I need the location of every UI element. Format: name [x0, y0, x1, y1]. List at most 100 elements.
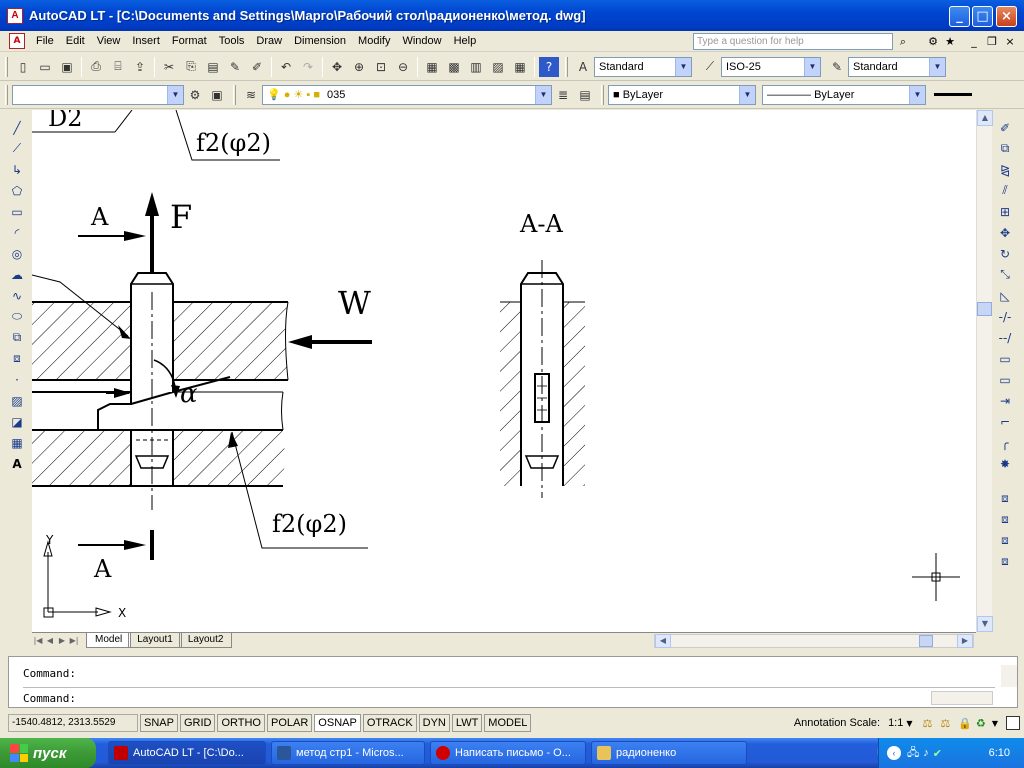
chamfer-icon[interactable]: ⌐	[994, 411, 1016, 432]
menu-format[interactable]: Format	[166, 35, 213, 47]
lock-icon[interactable]: 🔒	[958, 717, 972, 730]
model-toggle[interactable]: MODEL	[484, 714, 532, 732]
command-scrollbar[interactable]	[1001, 665, 1017, 687]
layer-properties-icon[interactable]: ≋	[241, 85, 261, 105]
security-icon[interactable]: ✔	[933, 747, 942, 760]
tab-model[interactable]: Model	[86, 633, 132, 648]
scroll-thumb[interactable]	[977, 302, 992, 316]
layer-select[interactable]: 💡 ● ☀ ▪ ■ 035 ▼	[262, 84, 552, 105]
table-style-icon[interactable]: ✎	[827, 57, 847, 77]
zoom-window-icon[interactable]: ⊡	[371, 57, 391, 77]
taskbar-button-autocad[interactable]: AutoCAD LT - [C:\Do...	[108, 741, 266, 765]
block-editor-icon[interactable]: ✐	[247, 57, 267, 77]
break-at-point-icon[interactable]: ▭	[994, 348, 1016, 369]
make-block-icon[interactable]: ⧈	[6, 348, 28, 369]
print-icon[interactable]: ⎙	[86, 57, 106, 77]
region-icon[interactable]: ◪	[6, 411, 28, 432]
extend-icon[interactable]: --/	[994, 327, 1016, 348]
scale-icon[interactable]: ⤡	[994, 264, 1016, 285]
auto-scale-icon[interactable]: ⚖	[940, 717, 950, 730]
osnap-toggle[interactable]: OSNAP	[314, 714, 361, 732]
linetype-select[interactable]: ———— ByLayer ▼	[762, 84, 926, 105]
print-preview-icon[interactable]: ⌸	[108, 57, 128, 77]
vertical-scrollbar[interactable]: ▲ ▼	[976, 110, 993, 632]
join-icon[interactable]: ⇥	[994, 390, 1016, 411]
tab-layout2[interactable]: Layout2	[178, 633, 233, 648]
horizontal-scrollbar[interactable]: ◀ ▶	[654, 634, 974, 648]
break-icon[interactable]: ▭	[994, 369, 1016, 390]
doc-restore-button[interactable]: ❐	[984, 34, 1000, 49]
spline-icon[interactable]: ∿	[6, 285, 28, 306]
hscroll-thumb[interactable]	[919, 635, 933, 647]
tab-layout1[interactable]: Layout1	[128, 633, 182, 648]
cut-icon[interactable]: ✂	[159, 57, 179, 77]
chevron-down-icon[interactable]: ▼	[535, 85, 551, 104]
polyline-icon[interactable]: ↳	[6, 159, 28, 180]
circle-icon[interactable]: ◎	[6, 243, 28, 264]
menu-draw[interactable]: Draw	[250, 35, 288, 47]
open-icon[interactable]: ▭	[35, 57, 55, 77]
paste-icon[interactable]: ▤	[203, 57, 223, 77]
chevron-down-icon[interactable]: ▼	[739, 85, 755, 104]
calculator-icon[interactable]: ▦	[510, 57, 530, 77]
zoom-realtime-icon[interactable]: ⊕	[349, 57, 369, 77]
menu-dimension[interactable]: Dimension	[288, 35, 352, 47]
otrack-toggle[interactable]: OTRACK	[362, 714, 417, 732]
bring-above-icon[interactable]: ⧈	[994, 530, 1016, 551]
stretch-icon[interactable]: ◺	[994, 285, 1016, 306]
point-icon[interactable]: ·	[6, 369, 28, 390]
menu-insert[interactable]: Insert	[126, 35, 166, 47]
rotate-icon[interactable]: ↻	[994, 243, 1016, 264]
revision-cloud-icon[interactable]: ☁	[6, 264, 28, 285]
network-icon[interactable]: 🖧	[907, 744, 919, 763]
volume-icon[interactable]: ♪	[923, 747, 929, 759]
menu-view[interactable]: View	[91, 35, 127, 47]
search-icon[interactable]: ⌕	[895, 34, 911, 49]
doc-close-button[interactable]: ×	[1002, 34, 1018, 49]
ellipse-icon[interactable]: ⬭	[6, 306, 28, 327]
status-menu-icon[interactable]: ▼	[992, 719, 998, 728]
undo-icon[interactable]: ↶	[276, 57, 296, 77]
construction-line-icon[interactable]: ⟋	[6, 138, 28, 159]
menu-edit[interactable]: Edit	[60, 35, 91, 47]
copy-object-icon[interactable]: ⧉	[994, 138, 1016, 159]
explode-icon[interactable]: ✸	[994, 453, 1016, 474]
menu-modify[interactable]: Modify	[352, 35, 396, 47]
arc-icon[interactable]: ◜	[6, 222, 28, 243]
array-icon[interactable]: ⊞	[994, 201, 1016, 222]
snap-toggle[interactable]: SNAP	[140, 714, 178, 732]
rectangle-icon[interactable]: ▭	[6, 201, 28, 222]
text-style-select[interactable]: Standard ▼	[594, 56, 692, 77]
move-icon[interactable]: ✥	[994, 222, 1016, 243]
hatch-icon[interactable]: ▨	[6, 390, 28, 411]
mirror-icon[interactable]: ⧎	[994, 159, 1016, 180]
ortho-toggle[interactable]: ORTHO	[217, 714, 265, 732]
fillet-icon[interactable]: ╭	[994, 432, 1016, 453]
menu-tools[interactable]: Tools	[213, 35, 251, 47]
polygon-icon[interactable]: ⬠	[6, 180, 28, 201]
favorites-icon[interactable]: ★	[942, 34, 958, 49]
tray-collapse-icon[interactable]: ‹	[887, 746, 901, 760]
dim-style-icon[interactable]: ⟋	[700, 57, 720, 77]
grid-toggle[interactable]: GRID	[179, 714, 216, 732]
table-icon[interactable]: ▦	[6, 432, 28, 453]
publish-icon[interactable]: ⇪	[130, 57, 150, 77]
layer-previous-icon[interactable]: ▤	[575, 85, 595, 105]
properties-icon[interactable]: ▦	[422, 57, 442, 77]
chevron-down-icon[interactable]: ▼	[804, 57, 820, 76]
drawing-canvas[interactable]: D2 f2(φ2) A F W α A f2(φ2) A-A Y X	[32, 110, 976, 632]
chevron-down-icon[interactable]: ▼	[675, 57, 691, 76]
chevron-down-icon[interactable]: ▼	[167, 85, 183, 104]
close-button[interactable]: ×	[996, 6, 1017, 27]
lineweight-sample[interactable]	[934, 93, 972, 96]
menu-window[interactable]: Window	[396, 35, 447, 47]
polar-toggle[interactable]: POLAR	[267, 714, 313, 732]
offset-icon[interactable]: ⫽	[994, 180, 1016, 201]
redo-icon[interactable]: ↷	[298, 57, 318, 77]
command-hscrollbar[interactable]	[931, 691, 993, 705]
taskbar-button-opera[interactable]: Написать письмо - О...	[430, 741, 586, 765]
chevron-down-icon[interactable]: ▼	[929, 57, 945, 76]
workspace-settings-icon[interactable]: ⚙	[185, 85, 205, 105]
help-search-input[interactable]: Type a question for help	[693, 33, 893, 50]
pan-icon[interactable]: ✥	[327, 57, 347, 77]
